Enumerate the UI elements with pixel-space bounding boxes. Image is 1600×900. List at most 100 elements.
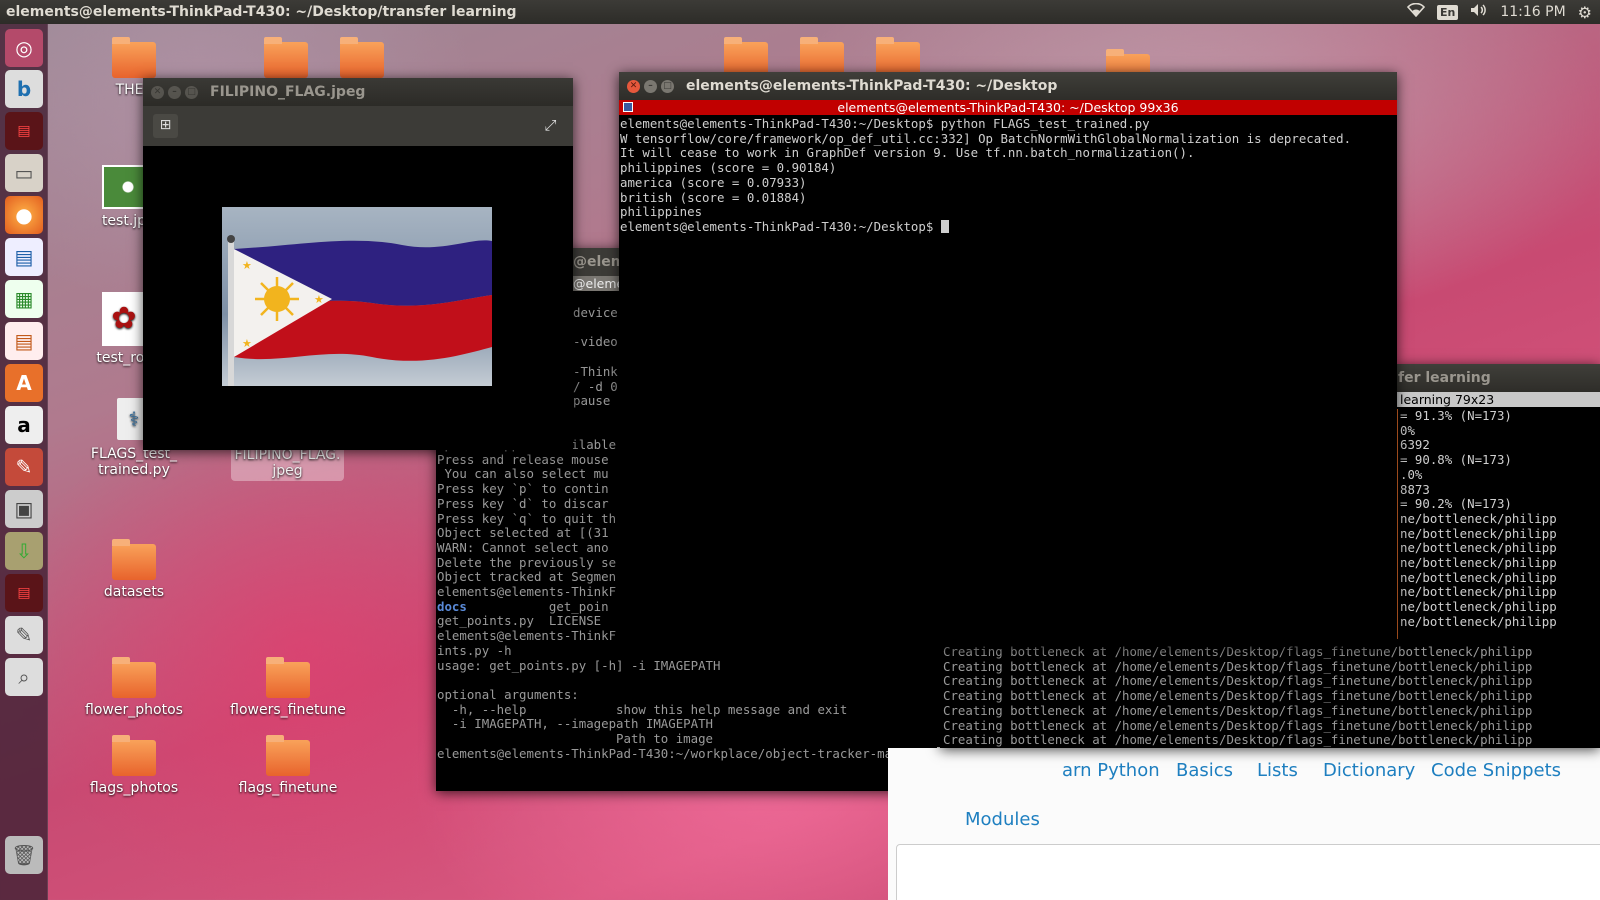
window-titlebar[interactable]: fer learning	[1396, 364, 1600, 392]
terminal-output-top: device -videoF -ThinkF / -d 0 pause	[573, 306, 623, 409]
terminal-line: elements@elements-ThinkPad-T430:~/Deskto…	[620, 116, 1150, 131]
wifi-icon[interactable]	[1406, 2, 1426, 21]
terminal-line: elements@elements-ThinkPad-T430:~/Deskto…	[620, 219, 1396, 235]
amazon-icon[interactable]: a	[5, 406, 43, 444]
terminal-line: ne/bottleneck/philipp	[1400, 540, 1557, 556]
terminal-line: device	[573, 306, 618, 320]
system-settings-icon[interactable]: ✎	[5, 448, 43, 486]
svg-text:★: ★	[242, 337, 252, 350]
terminal-line: Creating bottleneck at /home/elements/De…	[943, 717, 1533, 733]
terminal-line: 0%	[1400, 422, 1415, 438]
folder-icon	[112, 657, 156, 698]
close-icon[interactable]: ✕	[151, 85, 164, 99]
terminal-line: 8873	[1400, 481, 1430, 497]
window-titlebar[interactable]: @elem	[573, 248, 625, 276]
folder-icon	[112, 539, 156, 580]
writer-icon[interactable]: ▤	[5, 238, 43, 276]
terminal2-icon[interactable]: ▤	[5, 574, 43, 612]
nav-basics[interactable]: Basics	[1176, 760, 1233, 781]
desktop-terminal[interactable]: ✕ – □ elements@elements-ThinkPad-T430: ~…	[619, 72, 1397, 646]
content-box	[896, 844, 1600, 900]
trash-icon[interactable]: 🗑	[5, 836, 43, 874]
terminal-line: ne/bottleneck/philipp	[1400, 613, 1557, 629]
transfer-learning-terminal[interactable]: fer learning learning 79x23 = 91.3% (N=1…	[1396, 364, 1600, 644]
terminal-line: -videoF	[573, 334, 623, 350]
folder-flags-finetune[interactable]: flags_finetune	[228, 735, 348, 796]
folder-datasets[interactable]: datasets	[74, 539, 194, 600]
terminal-line: america (score = 0.07933)	[620, 174, 807, 190]
tab-icon	[623, 102, 633, 112]
window-titlebar[interactable]: ✕ – □ elements@elements-ThinkPad-T430: ~…	[619, 72, 1397, 100]
terminal-line: philippines	[620, 204, 703, 220]
software-center-icon[interactable]: A	[5, 364, 43, 402]
terminal-tab[interactable]: elements@elements-ThinkPad-T430: ~/Deskt…	[619, 100, 1397, 115]
nav-modules[interactable]: Modules	[965, 809, 1040, 830]
ubuntu-dash-icon[interactable]: ◎	[5, 29, 43, 67]
terminal-line: british (score = 0.01884)	[620, 189, 807, 205]
maximize-icon[interactable]: □	[661, 79, 674, 93]
terminal-line: Creating bottleneck at /home/elements/De…	[943, 673, 1533, 689]
top-panel: elements@elements-ThinkPad-T430: ~/Deskt…	[0, 0, 1600, 24]
maximize-icon[interactable]: □	[185, 85, 198, 99]
folder-icon	[112, 735, 156, 776]
nav-dictionary[interactable]: Dictionary	[1323, 760, 1415, 781]
terminal-line: -ThinkF	[573, 363, 623, 379]
fullscreen-icon[interactable]: ⤢	[538, 114, 563, 138]
bing-icon[interactable]: b	[5, 70, 43, 108]
viewer-toolbar: ⊞ ⤢	[143, 106, 573, 146]
folder-icon	[112, 37, 156, 78]
keyboard-layout-indicator[interactable]: En	[1436, 4, 1459, 20]
folder-flags-photos[interactable]: flags_photos	[74, 735, 194, 796]
terminal-line: ne/bottleneck/philipp	[1400, 584, 1557, 600]
calc-icon[interactable]: ▦	[5, 280, 43, 318]
image-viewer-window[interactable]: ✕ – □ FILIPINO_FLAG.jpeg ⊞ ⤢ ★ ★ ★	[143, 78, 573, 450]
nav-lists[interactable]: Lists	[1257, 760, 1298, 781]
text-cursor	[940, 219, 949, 233]
text-editor-icon[interactable]: ✎	[5, 616, 43, 654]
volume-icon[interactable]	[1470, 3, 1488, 21]
add-icon[interactable]: ⊞	[153, 114, 178, 138]
terminal-line: It will cease to work in GraphDef versio…	[620, 145, 1195, 161]
close-icon[interactable]: ✕	[627, 79, 640, 93]
terminal-line: = 91.3% (N=173)	[1400, 409, 1512, 423]
launcher: ◎ b ▤ ▭ ● ▤ ▦ ▤ A a ✎ ▣ ⇩ ▤ ✎ ⌕ 🗑	[0, 24, 48, 900]
terminal-tab[interactable]: learning 79x23	[1396, 392, 1600, 407]
window-titlebar[interactable]: ✕ – □ FILIPINO_FLAG.jpeg	[143, 78, 573, 106]
folder-icon	[340, 37, 384, 78]
terminal-line: pause	[573, 393, 618, 409]
firefox-icon[interactable]: ●	[5, 196, 43, 234]
folder-flowers-finetune[interactable]: flowers_finetune	[228, 657, 348, 718]
nav-code-snippets[interactable]: Code Snippets	[1431, 760, 1561, 781]
terminal-line: .0%	[1400, 466, 1423, 482]
folder-flower-photos[interactable]: flower_photos	[74, 657, 194, 718]
terminal-line: ne/bottleneck/philipp	[1400, 569, 1557, 585]
clock[interactable]: 11:16 PM	[1500, 4, 1565, 20]
folder-icon	[266, 657, 310, 698]
printer-icon[interactable]: ▣	[5, 490, 43, 528]
terminal-line: = 90.2% (N=173)	[1400, 496, 1512, 512]
terminal-line: Creating bottleneck at /home/elements/De…	[943, 732, 1533, 748]
terminal-line: Creating bottleneck at /home/elements/De…	[943, 688, 1533, 704]
folder-top-2[interactable]	[302, 37, 422, 82]
files-icon[interactable]: ▭	[5, 154, 43, 192]
terminal-output: = 91.3% (N=173) 0% 6392 = 90.8% (N=173) .0% 8…	[1396, 409, 1600, 639]
window-title: elements@elements-ThinkPad-T430: ~/Deskt…	[6, 4, 517, 20]
terminal-output: Creating bottleneck at /home/elements/De…	[940, 644, 1600, 748]
gear-icon[interactable]: ⚙	[1578, 3, 1592, 22]
impress-icon[interactable]: ▤	[5, 322, 43, 360]
terminal-tab[interactable]: @eleme	[573, 276, 624, 291]
minimize-icon[interactable]: –	[168, 85, 181, 99]
screenshot-icon[interactable]: ⌕	[5, 658, 43, 696]
philippine-flag-image: ★ ★ ★	[222, 207, 492, 386]
terminal-line: philippines (score = 0.90184)	[620, 160, 837, 176]
svg-text:★: ★	[314, 293, 324, 306]
archive-icon[interactable]: ⇩	[5, 532, 43, 570]
file-filipino-flag-jpeg[interactable]: FILIPINO_FLAG. jpeg	[231, 446, 344, 481]
terminal-line: W tensorflow/core/framework/op_def_util.…	[620, 130, 1352, 146]
nav-learn-python[interactable]: arn Python	[1062, 760, 1160, 781]
terminal-icon[interactable]: ▤	[5, 112, 43, 150]
terminal-output: elements@elements-ThinkPad-T430:~/Deskto…	[619, 115, 1397, 237]
terminal-line: Creating bottleneck at /home/elements/De…	[943, 702, 1533, 718]
minimize-icon[interactable]: –	[644, 79, 657, 93]
